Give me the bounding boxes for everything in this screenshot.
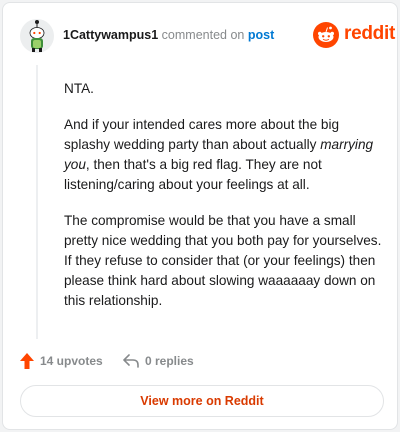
- byline-verb: commented on: [161, 28, 245, 42]
- comment-paragraph: NTA.: [64, 79, 386, 99]
- paragraph-text: NTA.: [64, 81, 94, 96]
- upvote-count: 14 upvotes: [40, 354, 103, 368]
- post-link[interactable]: post: [248, 28, 274, 42]
- reddit-brand[interactable]: reddit: [313, 22, 395, 48]
- paragraph-text: And if your intended cares more about th…: [64, 117, 340, 152]
- comment-paragraph: And if your intended cares more about th…: [64, 115, 386, 195]
- paragraph-text: , then that's a big red flag. They are n…: [64, 157, 322, 192]
- comment-body: NTA. And if your intended cares more abou…: [64, 79, 386, 327]
- username-link[interactable]: 1Cattywampus1: [63, 28, 158, 42]
- embedded-comment-card: 1Cattywampus1 commented on post reddit N…: [2, 2, 398, 430]
- reddit-wordmark: reddit: [344, 23, 395, 44]
- reply-count: 0 replies: [145, 354, 194, 368]
- view-more-on-reddit-button[interactable]: View more on Reddit: [20, 385, 384, 417]
- snoo-avatar-icon[interactable]: [20, 19, 54, 53]
- reply-button[interactable]: 0 replies: [123, 350, 194, 372]
- upvote-arrow-icon: [20, 353, 34, 369]
- paragraph-text: The compromise would be that you have a …: [64, 213, 382, 308]
- thread-line: [36, 65, 38, 339]
- upvote-button[interactable]: 14 upvotes: [20, 350, 103, 372]
- byline: 1Cattywampus1 commented on post: [63, 28, 274, 42]
- reddit-logo-icon: [313, 22, 339, 48]
- comment-header: 1Cattywampus1 commented on post reddit: [3, 3, 399, 65]
- reply-arrow-icon: [123, 354, 139, 368]
- comment-actions: 14 upvotes 0 replies: [20, 350, 380, 372]
- comment-paragraph: The compromise would be that you have a …: [64, 211, 386, 311]
